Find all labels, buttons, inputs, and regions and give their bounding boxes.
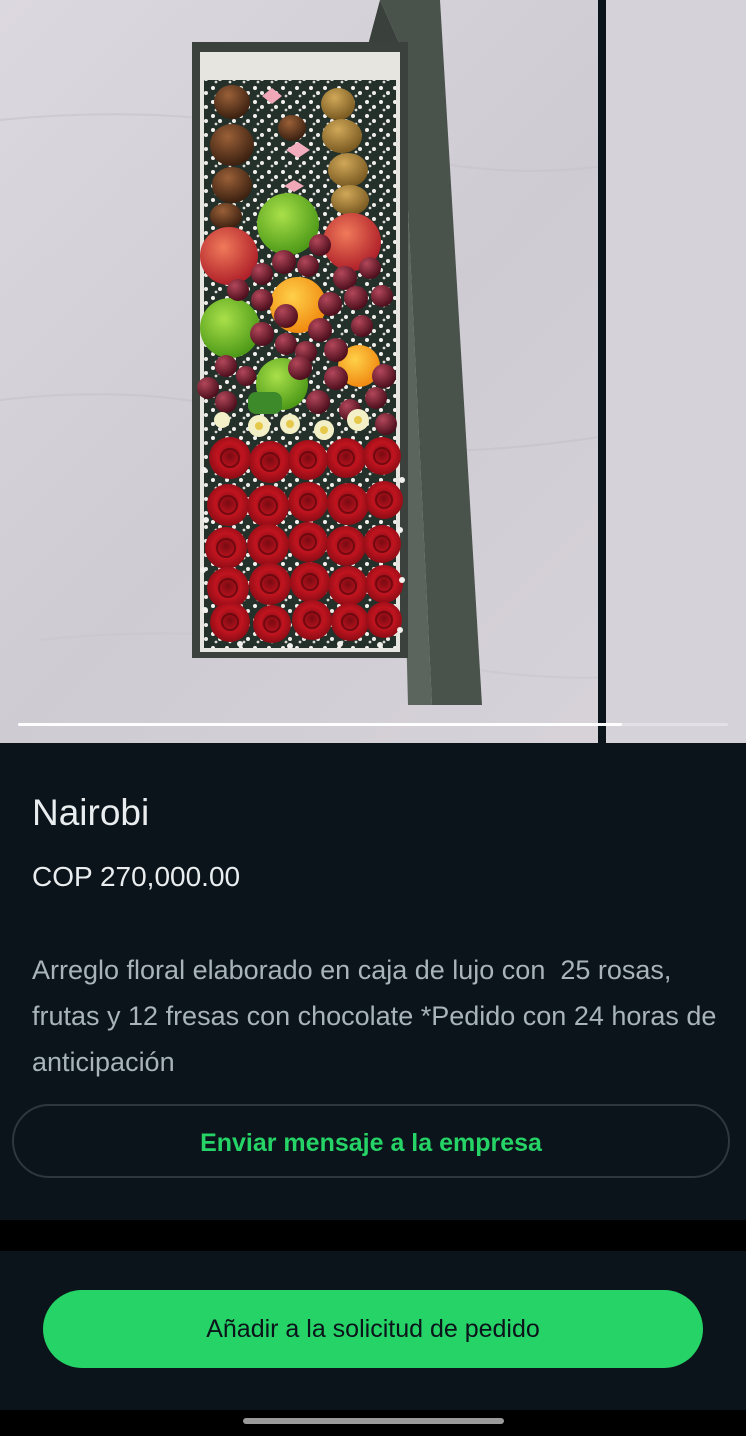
- product-description: Arreglo floral elaborado en caja de lujo…: [32, 955, 724, 1077]
- carousel-progress-bar: [18, 723, 728, 726]
- section-divider: [0, 1220, 746, 1251]
- product-photo: [0, 0, 746, 743]
- product-name: Nairobi: [32, 792, 150, 833]
- add-to-order-button[interactable]: Añadir a la solicitud de pedido: [43, 1290, 703, 1368]
- carousel-progress-fill: [18, 723, 622, 726]
- product-image-carousel[interactable]: [0, 0, 746, 743]
- action-footer: Añadir a la solicitud de pedido: [0, 1251, 746, 1410]
- product-price: COP 270,000.00: [32, 861, 241, 892]
- home-indicator[interactable]: [243, 1418, 504, 1424]
- product-detail-screen: Nairobi COP 270,000.00 Arreglo floral el…: [0, 0, 746, 1436]
- system-navigation-bar: [0, 1410, 746, 1436]
- product-info-panel: Nairobi COP 270,000.00 Arreglo floral el…: [0, 743, 746, 1220]
- message-business-button[interactable]: Enviar mensaje a la empresa: [12, 1104, 730, 1178]
